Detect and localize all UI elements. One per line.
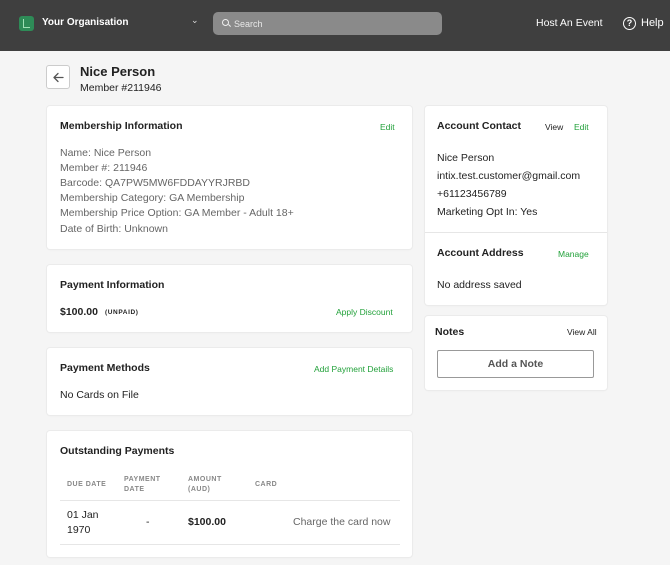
search-input[interactable] [234,15,434,32]
membership-line: Membership Category: GA Membership [60,192,245,204]
charge-card-now-link[interactable]: Charge the card now [293,516,390,528]
amount-cell: $100.00 [188,516,226,528]
account-address-title: Account Address [437,247,524,259]
search-icon [222,19,229,26]
section-divider [425,232,607,233]
card-title: Membership Information [60,120,183,132]
notes-card: Notes View All Add a Note [425,316,607,390]
column-header-payment-date: PAYMENT DATE [124,476,161,493]
payment-methods-card: Payment Methods Add Payment Details No C… [47,348,412,415]
add-payment-details-link[interactable]: Add Payment Details [314,364,393,374]
column-header-due-date: DUE DATE [67,481,107,488]
card-title: Account Contact [437,120,521,132]
page-title: Nice Person [80,64,156,79]
view-contact-link[interactable]: View [545,122,563,132]
table-divider [60,544,400,545]
membership-line: Membership Price Option: GA Member - Adu… [60,207,294,219]
edit-contact-link[interactable]: Edit [574,122,589,132]
payment-date-cell: - [146,516,150,528]
manage-address-link[interactable]: Manage [558,249,589,259]
card-title: Notes [435,326,465,338]
address-value: No address saved [437,279,522,291]
apply-discount-link[interactable]: Apply Discount [336,307,393,317]
card-title: Outstanding Payments [60,445,175,457]
help-link[interactable]: Help [641,17,664,29]
card-title: Payment Information [60,279,165,291]
arrow-left-icon [53,72,64,83]
view-all-notes-link[interactable]: View All [567,327,597,337]
account-contact-card: Account Contact View Edit Nice Person in… [425,106,607,305]
search-box[interactable] [213,12,442,35]
membership-line: Name: Nice Person [60,147,152,159]
contact-email: intix.test.customer@gmail.com [437,170,581,182]
membership-information-card: Membership Information Edit Name: Nice P… [47,106,412,249]
chevron-down-icon[interactable]: ⌄ [191,15,199,26]
organisation-logo-icon[interactable] [19,16,34,31]
edit-membership-link[interactable]: Edit [380,122,395,132]
outstanding-payments-card: Outstanding Payments DUE DATE PAYMENT DA… [47,431,412,557]
add-note-button[interactable]: Add a Note [437,350,594,378]
column-header-amount: AMOUNT (AUD) [188,476,222,493]
membership-line: Barcode: QA7PW5MW6FDDAYYRJRBD [60,177,251,189]
member-number: Member #211946 [80,82,162,94]
back-button[interactable] [46,65,70,89]
table-divider [60,500,400,501]
membership-line: Member #: 211946 [60,162,148,174]
due-date-cell: 01 Jan 1970 [67,509,99,536]
membership-line: Date of Birth: Unknown [60,223,168,235]
payment-status-badge: (UNPAID) [105,309,139,316]
marketing-opt-in: Marketing Opt In: Yes [437,206,538,218]
host-an-event-link[interactable]: Host An Event [536,17,603,29]
contact-phone: +61123456789 [437,188,507,200]
help-icon[interactable]: ? [623,17,636,30]
card-title: Payment Methods [60,362,150,374]
payment-amount: $100.00 [60,306,98,318]
column-header-card: CARD [255,481,278,488]
organisation-name[interactable]: Your Organisation [42,17,129,28]
payment-information-card: Payment Information $100.00 (UNPAID) App… [47,265,412,332]
top-bar: Your Organisation ⌄ Host An Event ? Help [0,0,670,51]
contact-name: Nice Person [437,152,495,164]
no-cards-text: No Cards on File [60,389,139,401]
